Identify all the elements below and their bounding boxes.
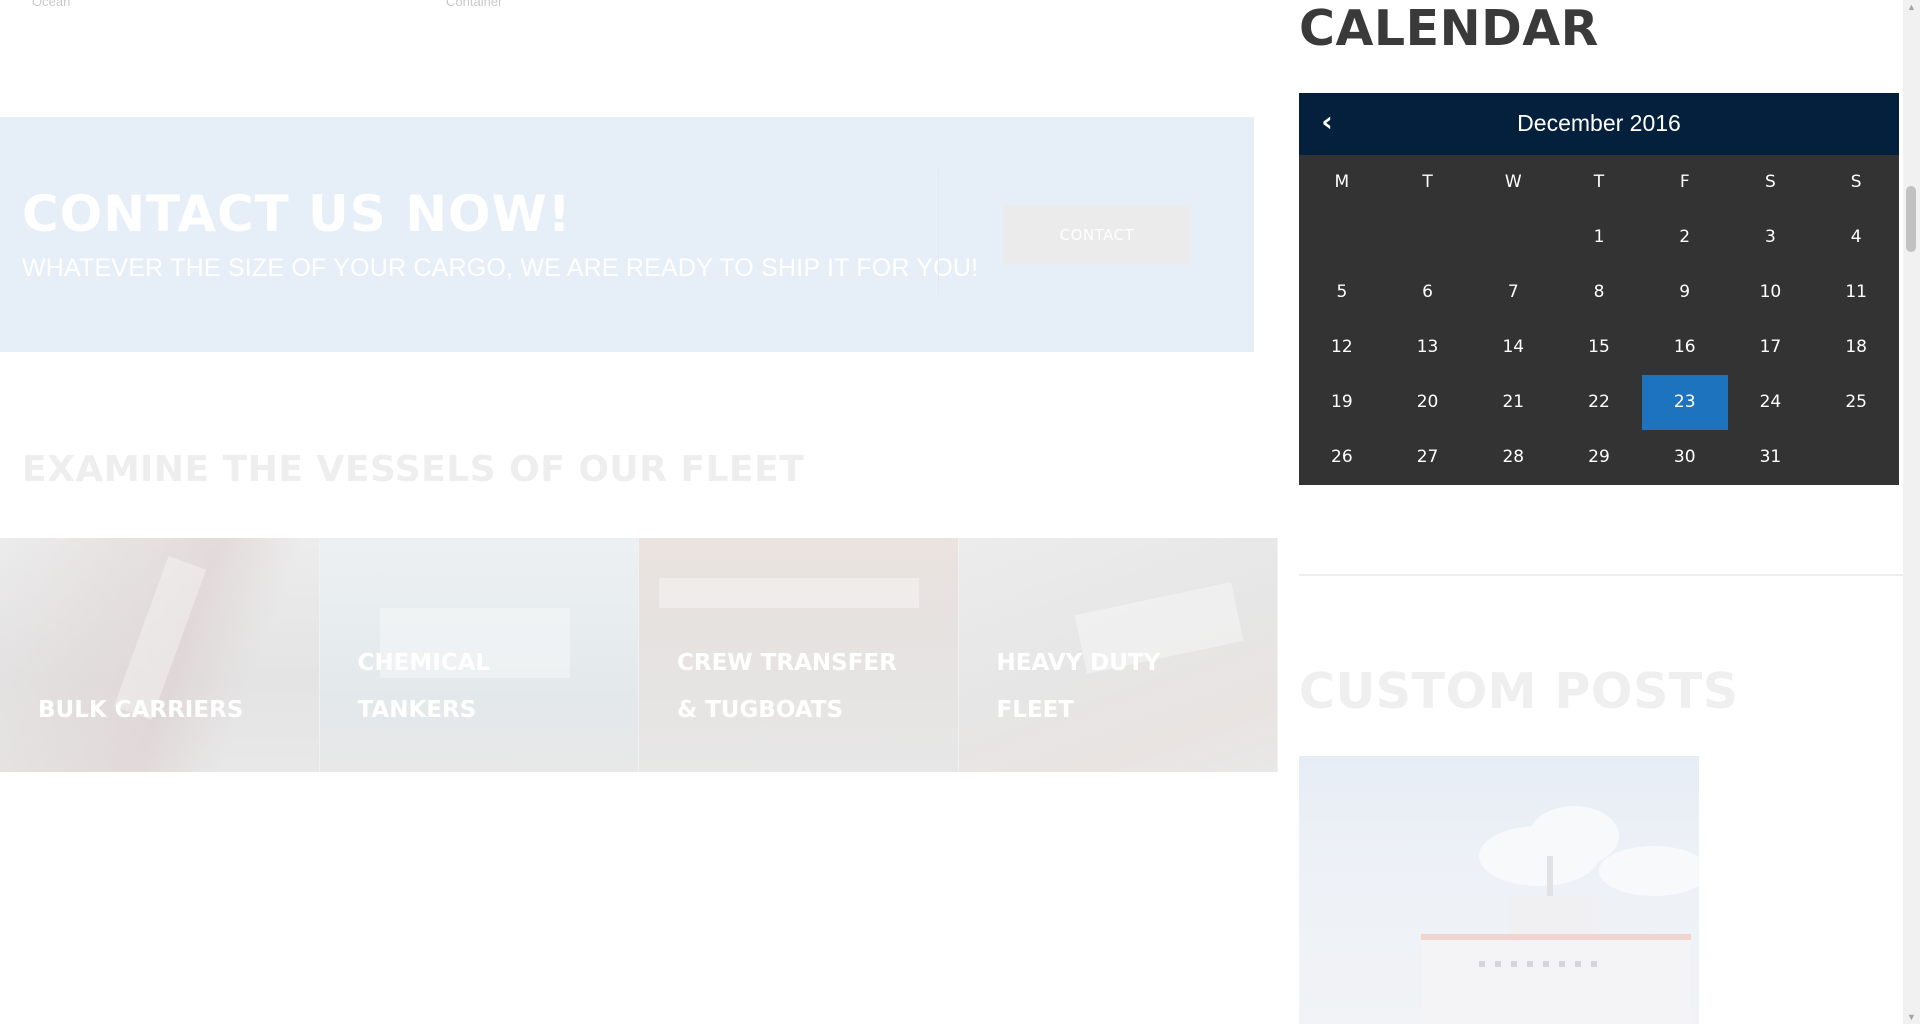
calendar-day[interactable]: 22 bbox=[1556, 375, 1642, 430]
fleet-card-label: BULK CARRIERS bbox=[38, 697, 244, 723]
calendar-day[interactable]: 17 bbox=[1728, 320, 1814, 375]
calendar-day[interactable]: 31 bbox=[1728, 430, 1814, 485]
top-cut-text-left: Ocean bbox=[32, 0, 71, 9]
fleet-card-heavy-duty[interactable]: HEAVY DUTY FLEET bbox=[958, 538, 1278, 772]
calendar-day[interactable]: 18 bbox=[1813, 320, 1899, 375]
calendar-day[interactable]: 30 bbox=[1642, 430, 1728, 485]
page-scrollbar[interactable]: ▲ ▼ bbox=[1903, 0, 1920, 1024]
fleet-card-label: HEAVY DUTY FLEET bbox=[996, 650, 1161, 723]
scroll-up-icon[interactable]: ▲ bbox=[1903, 0, 1920, 14]
calendar-day[interactable]: 3 bbox=[1728, 210, 1814, 265]
contact-button[interactable]: CONTACT bbox=[1003, 205, 1191, 264]
fleet-heading: EXAMINE THE VESSELS OF OUR FLEET bbox=[22, 449, 805, 490]
calendar-day[interactable]: 26 bbox=[1299, 430, 1385, 485]
calendar-day[interactable]: 25 bbox=[1813, 375, 1899, 430]
fleet-card-bulk-carriers[interactable]: BULK CARRIERS bbox=[0, 538, 320, 772]
sidebar-divider bbox=[1299, 574, 1903, 576]
calendar-widget: ‹ December 2016 M T W T F S S 1234567891… bbox=[1299, 93, 1899, 485]
contact-divider bbox=[938, 169, 939, 297]
weekday-label: T bbox=[1422, 172, 1433, 192]
calendar-day[interactable]: 20 bbox=[1385, 375, 1471, 430]
calendar-heading: CALENDAR bbox=[1299, 0, 1599, 57]
custom-post-image[interactable] bbox=[1299, 756, 1699, 1024]
contact-title: CONTACT US NOW! bbox=[22, 185, 572, 243]
calendar-day[interactable]: 1 bbox=[1556, 210, 1642, 265]
fleet-gallery: BULK CARRIERS CHEMICAL TANKERS CREW TRAN… bbox=[0, 538, 1278, 772]
calendar-day-grid: 1 2 3 4 5 6 7 8 9 10 11 12 13 14 15 16 17 18 19 20 21 22 23 24 2… bbox=[1299, 210, 1899, 485]
calendar-day[interactable]: 29 bbox=[1556, 430, 1642, 485]
calendar-weekday-row: M T W T F S S bbox=[1299, 155, 1899, 210]
fleet-card-label: CHEMICAL TANKERS bbox=[357, 650, 491, 723]
weekday-label: F bbox=[1679, 172, 1690, 192]
calendar-empty-cell bbox=[1299, 210, 1385, 265]
calendar-day[interactable]: 19 bbox=[1299, 375, 1385, 430]
calendar-day[interactable]: 13 bbox=[1385, 320, 1471, 375]
calendar-empty-cell bbox=[1385, 210, 1471, 265]
calendar-day[interactable]: 24 bbox=[1728, 375, 1814, 430]
calendar-empty-cell bbox=[1470, 210, 1556, 265]
calendar-day[interactable]: 27 bbox=[1385, 430, 1471, 485]
top-cut-text-right: Container bbox=[446, 0, 503, 9]
calendar-header: ‹ December 2016 bbox=[1299, 93, 1899, 155]
calendar-day[interactable]: 15 bbox=[1556, 320, 1642, 375]
calendar-day[interactable]: 4 bbox=[1813, 210, 1899, 265]
calendar-day-selected[interactable]: 23 bbox=[1641, 375, 1728, 430]
fleet-card-crew-transfer[interactable]: CREW TRANSFER & TUGBOATS bbox=[639, 538, 959, 772]
contact-subtitle: WHATEVER THE SIZE OF YOUR CARGO, WE ARE … bbox=[22, 254, 979, 282]
calendar-day[interactable]: 9 bbox=[1642, 265, 1728, 320]
weekday-label: S bbox=[1850, 172, 1862, 192]
calendar-day[interactable]: 6 bbox=[1385, 265, 1471, 320]
calendar-day[interactable]: 10 bbox=[1728, 265, 1814, 320]
calendar-day[interactable]: 12 bbox=[1299, 320, 1385, 375]
calendar-day[interactable]: 21 bbox=[1470, 375, 1556, 430]
weekday-label: T bbox=[1593, 172, 1605, 192]
calendar-day[interactable]: 11 bbox=[1813, 265, 1899, 320]
calendar-day[interactable]: 2 bbox=[1642, 210, 1728, 265]
scrollbar-thumb[interactable] bbox=[1906, 186, 1916, 252]
calendar-day[interactable]: 8 bbox=[1556, 265, 1642, 320]
weekday-label: M bbox=[1334, 172, 1350, 192]
calendar-day[interactable]: 14 bbox=[1470, 320, 1556, 375]
calendar-day[interactable]: 5 bbox=[1299, 265, 1385, 320]
calendar-month-label: December 2016 bbox=[1517, 110, 1681, 136]
scroll-down-icon[interactable]: ▼ bbox=[1903, 1010, 1920, 1024]
contact-band: CONTACT US NOW! WHATEVER THE SIZE OF YOU… bbox=[0, 117, 1254, 352]
fleet-card-label: CREW TRANSFER & TUGBOATS bbox=[677, 650, 897, 723]
calendar-day[interactable]: 7 bbox=[1470, 265, 1556, 320]
fleet-card-chemical-tankers[interactable]: CHEMICAL TANKERS bbox=[319, 538, 639, 772]
bulk-carrier-image bbox=[0, 538, 319, 772]
weekday-label: S bbox=[1765, 172, 1776, 192]
weekday-label: W bbox=[1504, 172, 1522, 192]
calendar-day[interactable]: 28 bbox=[1470, 430, 1556, 485]
custom-posts-heading: CUSTOM POSTS bbox=[1299, 663, 1739, 720]
calendar-day[interactable]: 16 bbox=[1642, 320, 1728, 375]
